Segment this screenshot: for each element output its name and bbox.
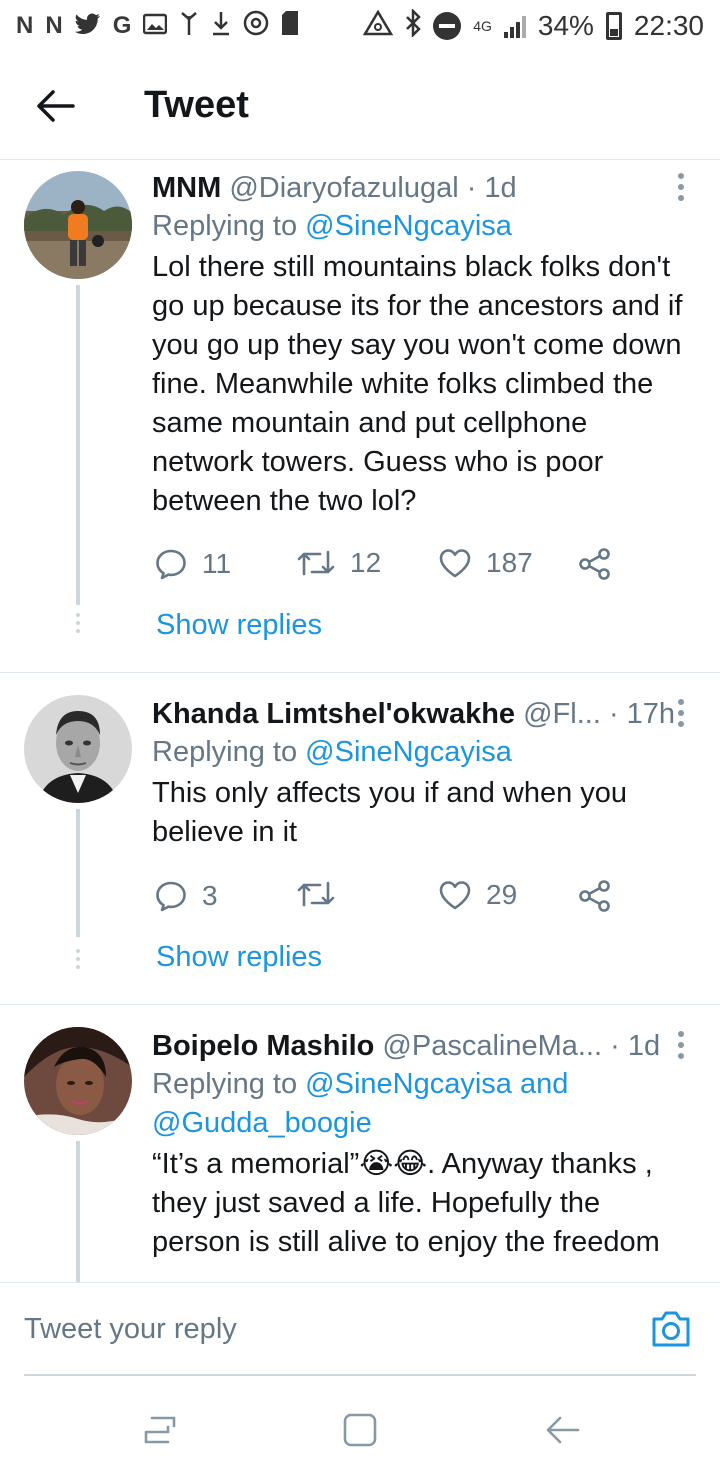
reply-button[interactable]: 3 bbox=[154, 879, 218, 913]
like-button[interactable]: 187 bbox=[438, 547, 533, 579]
thread-dots bbox=[76, 949, 80, 973]
retweet-icon bbox=[297, 881, 335, 907]
mention-link[interactable]: @SineNgcayisa and bbox=[305, 1068, 568, 1100]
tweet-reply-input[interactable]: Tweet your reply bbox=[24, 1313, 237, 1346]
tweet-reply[interactable]: Boipelo Mashilo @PascalineMa... · 1d Rep… bbox=[0, 1005, 720, 1282]
notification-icons: N N G bbox=[16, 10, 299, 43]
show-replies-link[interactable]: Show replies bbox=[156, 609, 322, 642]
tweet-actions: 3 29 bbox=[152, 879, 622, 919]
heart-icon bbox=[439, 549, 471, 578]
tweet-header: Boipelo Mashilo @PascalineMa... · 1d bbox=[152, 1027, 684, 1065]
signal-icon bbox=[503, 14, 526, 38]
tweet-body: MNM @Diaryofazulugal · 1d Replying to @S… bbox=[152, 169, 684, 521]
reply-button[interactable]: 11 bbox=[154, 547, 231, 581]
status-bar: N N G 4G 34% 22:30 bbox=[0, 0, 720, 52]
battery-percent: 34% bbox=[537, 10, 594, 41]
retweet-count: 12 bbox=[350, 547, 382, 578]
tweet-text: “It’s a memorial”😭😂. Anyway thanks , the… bbox=[152, 1148, 660, 1258]
recent-apps-icon bbox=[144, 1416, 176, 1444]
mention-link[interactable]: @SineNgcayisa bbox=[305, 210, 512, 242]
like-count: 29 bbox=[486, 879, 518, 910]
tweet-header: MNM @Diaryofazulugal · 1d bbox=[152, 169, 684, 207]
like-button[interactable]: 29 bbox=[438, 879, 517, 911]
thread-line bbox=[76, 1141, 80, 1282]
antenna-icon bbox=[179, 11, 199, 42]
camera-button[interactable] bbox=[650, 1309, 692, 1354]
back-nav-icon bbox=[546, 1416, 580, 1444]
home-button[interactable] bbox=[342, 1412, 378, 1453]
avatar[interactable] bbox=[24, 171, 132, 279]
thread-dots bbox=[76, 613, 80, 637]
camera-icon bbox=[652, 1311, 690, 1347]
share-icon bbox=[579, 548, 610, 580]
retweet-icon bbox=[297, 550, 335, 576]
network-type: 4G bbox=[473, 18, 492, 34]
do-not-disturb-icon bbox=[433, 12, 462, 40]
replying-to: Replying to @SineNgcayisa bbox=[152, 207, 684, 246]
sd-card-icon bbox=[281, 10, 299, 43]
author-name[interactable]: Khanda Limtshel'okwakhe bbox=[152, 698, 515, 730]
retweet-button[interactable]: 12 bbox=[296, 547, 381, 579]
reply-count: 3 bbox=[202, 880, 218, 911]
heart-icon bbox=[439, 881, 471, 910]
show-replies-link[interactable]: Show replies bbox=[156, 941, 322, 974]
retweet-button[interactable] bbox=[296, 879, 350, 909]
notification-n-icon: N bbox=[16, 12, 34, 39]
tweet-timestamp: · 1d bbox=[466, 172, 517, 204]
notification-n-icon: N bbox=[45, 12, 63, 39]
replying-to-label: Replying to bbox=[152, 1068, 306, 1100]
battery-icon bbox=[605, 12, 622, 40]
tweet-header: Khanda Limtshel'okwakhe @Fl... · 17h bbox=[152, 695, 684, 733]
bluetooth-icon bbox=[405, 7, 421, 44]
tweet-text: This only affects you if and when you be… bbox=[152, 777, 628, 848]
share-button[interactable] bbox=[578, 879, 612, 913]
avatar[interactable] bbox=[24, 695, 132, 803]
tweet-reply[interactable]: MNM @Diaryofazulugal · 1d Replying to @S… bbox=[0, 161, 720, 673]
mention-link[interactable]: @SineNgcayisa bbox=[305, 736, 512, 768]
author-handle[interactable]: @PascalineMa... bbox=[382, 1030, 602, 1062]
tweet-body: Khanda Limtshel'okwakhe @Fl... · 17h Rep… bbox=[152, 695, 684, 852]
clock: 22:30 bbox=[633, 10, 704, 41]
author-handle[interactable]: @Diaryofazulugal bbox=[229, 172, 458, 204]
author-name[interactable]: MNM bbox=[152, 172, 221, 204]
download-icon bbox=[211, 10, 231, 43]
tweet-text: Lol there still mountains black folks do… bbox=[152, 251, 683, 517]
thread-line bbox=[76, 285, 80, 605]
share-button[interactable] bbox=[578, 547, 612, 581]
google-icon: G bbox=[112, 12, 132, 39]
twitter-bird-icon bbox=[74, 11, 101, 42]
reply-icon bbox=[156, 549, 186, 580]
sync-icon bbox=[243, 10, 269, 43]
system-navigation-bar bbox=[0, 1376, 720, 1480]
replying-to: Replying to @SineNgcayisa and @Gudda_boog… bbox=[152, 1065, 684, 1143]
tweet-reply[interactable]: Khanda Limtshel'okwakhe @Fl... · 17h Rep… bbox=[0, 673, 720, 1005]
replying-to-label: Replying to bbox=[152, 210, 306, 242]
replying-to-label: Replying to bbox=[152, 736, 306, 768]
data-saver-icon bbox=[362, 9, 394, 43]
reply-icon bbox=[156, 881, 186, 912]
tweet-timestamp: · 17h bbox=[608, 698, 676, 730]
reply-composer: Tweet your reply bbox=[0, 1282, 720, 1376]
home-icon bbox=[343, 1413, 377, 1447]
avatar[interactable] bbox=[24, 1027, 132, 1135]
thread-line bbox=[76, 809, 80, 937]
author-handle[interactable]: @Fl... bbox=[523, 698, 601, 730]
arrow-left-icon bbox=[37, 89, 75, 122]
back-nav-button[interactable] bbox=[544, 1412, 580, 1453]
recent-apps-button[interactable] bbox=[142, 1412, 178, 1453]
share-icon bbox=[579, 880, 610, 912]
reply-count: 11 bbox=[202, 548, 232, 579]
system-status: 4G 34% 22:30 bbox=[362, 7, 704, 44]
gallery-icon bbox=[143, 11, 168, 42]
tweet-timestamp: · 1d bbox=[610, 1030, 661, 1062]
replying-to: Replying to @SineNgcayisa bbox=[152, 733, 684, 772]
mention-link[interactable]: @Gudda_boogie bbox=[152, 1107, 372, 1139]
author-name[interactable]: Boipelo Mashilo bbox=[152, 1030, 374, 1062]
page-title: Tweet bbox=[144, 84, 249, 126]
tweet-body: Boipelo Mashilo @PascalineMa... · 1d Rep… bbox=[152, 1027, 684, 1262]
back-button[interactable] bbox=[0, 52, 110, 160]
like-count: 187 bbox=[486, 547, 533, 578]
top-app-bar: Tweet bbox=[0, 52, 720, 160]
tweet-actions: 11 12 187 bbox=[152, 547, 622, 587]
